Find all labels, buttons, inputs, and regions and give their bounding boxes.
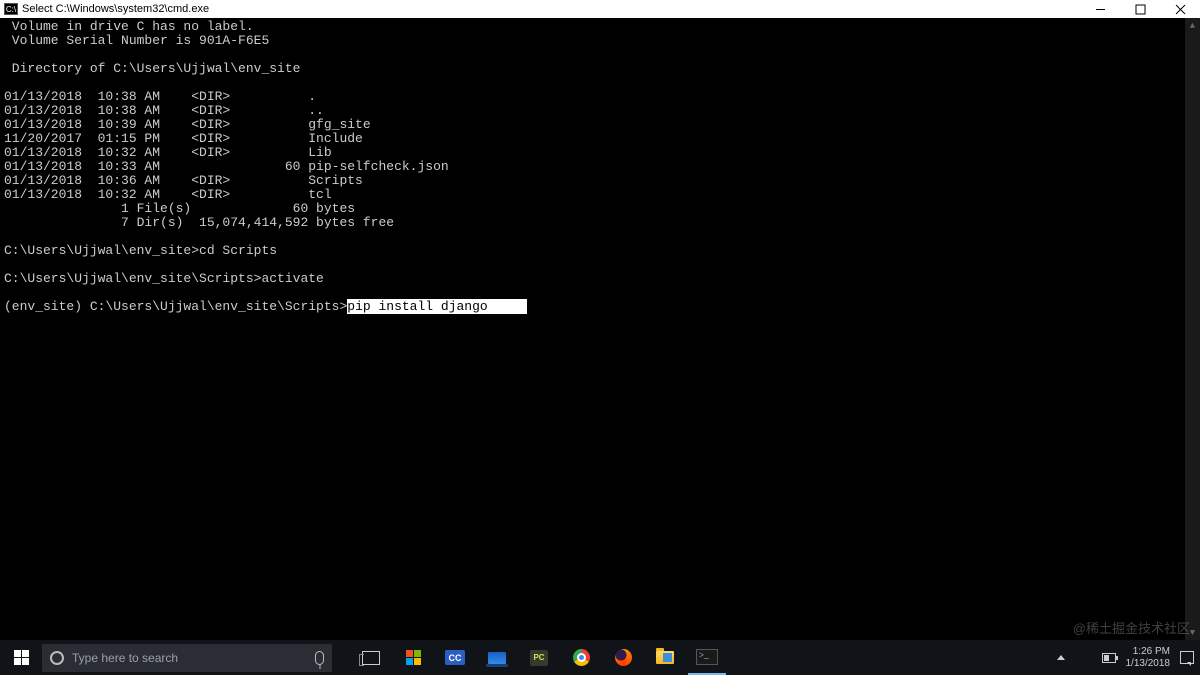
- chrome-button[interactable]: [562, 640, 600, 675]
- chrome-icon: [573, 649, 590, 666]
- typed-command: pip install django: [347, 299, 495, 314]
- window-title: Select C:\Windows\system32\cmd.exe: [22, 3, 209, 15]
- action-center-button[interactable]: [1180, 651, 1194, 665]
- battery-button[interactable]: [1102, 651, 1116, 665]
- microphone-icon[interactable]: [315, 651, 324, 665]
- dir-row: 01/13/2018 10:32 AM <DIR> tcl: [4, 187, 332, 202]
- dir-row: 01/13/2018 10:32 AM <DIR> Lib: [4, 145, 332, 160]
- cmd-icon: C:\: [4, 3, 18, 15]
- dir-summary-files: 1 File(s) 60 bytes: [4, 201, 355, 216]
- dir-row: 11/20/2017 01:15 PM <DIR> Include: [4, 131, 363, 146]
- terminal-scrollbar[interactable]: ▲ ▼: [1185, 18, 1200, 640]
- wifi-button[interactable]: [1078, 651, 1092, 665]
- scroll-down-button[interactable]: ▼: [1185, 625, 1200, 640]
- prompt-activate: C:\Users\Ujjwal\env_site\Scripts>activat…: [4, 271, 324, 286]
- folder-icon: [656, 651, 674, 664]
- dir-row: 01/13/2018 10:39 AM <DIR> gfg_site: [4, 117, 371, 132]
- laptop-icon: [488, 652, 506, 664]
- pycharm-button[interactable]: PC: [520, 640, 558, 675]
- wifi-icon: [1078, 653, 1092, 663]
- notification-icon: [1180, 651, 1194, 664]
- start-button[interactable]: [0, 640, 42, 675]
- window-titlebar: C:\ Select C:\Windows\system32\cmd.exe: [0, 0, 1200, 18]
- taskbar-search-box[interactable]: Type here to search: [42, 644, 332, 672]
- pycharm-icon: PC: [530, 650, 548, 666]
- volume-serial-line: Volume Serial Number is 901A-F6E5: [4, 33, 269, 48]
- search-icon: [50, 651, 64, 665]
- dir-summary-dirs: 7 Dir(s) 15,074,414,592 bytes free: [4, 215, 394, 230]
- clock-time: 1:26 PM: [1126, 646, 1171, 658]
- directory-of-line: Directory of C:\Users\Ujjwal\env_site: [4, 61, 300, 76]
- cmd-taskbar-icon: [696, 649, 718, 665]
- cc-icon: CC: [445, 650, 465, 665]
- command-cursor-pad: [496, 299, 527, 314]
- close-button[interactable]: [1160, 0, 1200, 18]
- dir-row: 01/13/2018 10:38 AM <DIR> ..: [4, 103, 324, 118]
- dir-row: 01/13/2018 10:38 AM <DIR> .: [4, 89, 316, 104]
- microsoft-tiles-icon: [406, 650, 421, 665]
- prompt-cd-scripts: C:\Users\Ujjwal\env_site>cd Scripts: [4, 243, 277, 258]
- cmd-taskbar-button[interactable]: [688, 640, 726, 675]
- task-view-button[interactable]: [352, 640, 390, 675]
- dir-row: 01/13/2018 10:36 AM <DIR> Scripts: [4, 173, 363, 188]
- laptop-app-button[interactable]: [478, 640, 516, 675]
- battery-icon: [1102, 653, 1116, 663]
- clock-date: 1/13/2018: [1126, 658, 1171, 670]
- firefox-button[interactable]: [604, 640, 642, 675]
- system-tray: 1:26 PM 1/13/2018: [1054, 646, 1200, 670]
- file-explorer-button[interactable]: [646, 640, 684, 675]
- tray-overflow-button[interactable]: [1054, 651, 1068, 665]
- scroll-up-button[interactable]: ▲: [1185, 18, 1200, 33]
- microsoft-store-button[interactable]: [394, 640, 432, 675]
- dir-row: 01/13/2018 10:33 AM 60 pip-selfcheck.jso…: [4, 159, 449, 174]
- maximize-button[interactable]: [1120, 0, 1160, 18]
- minimize-button[interactable]: [1080, 0, 1120, 18]
- task-view-icon: [362, 651, 380, 665]
- volume-label-line: Volume in drive C has no label.: [4, 19, 254, 34]
- chevron-up-icon: [1057, 655, 1065, 660]
- windows-taskbar: Type here to search CC PC 1:26 PM 1/13/2…: [0, 640, 1200, 675]
- clock-button[interactable]: 1:26 PM 1/13/2018: [1126, 646, 1171, 670]
- terminal-output[interactable]: Volume in drive C has no label. Volume S…: [0, 18, 1200, 640]
- windows-logo-icon: [14, 650, 29, 665]
- prompt-prefix: (env_site) C:\Users\Ujjwal\env_site\Scri…: [4, 299, 347, 314]
- search-placeholder: Type here to search: [72, 651, 178, 665]
- firefox-icon: [615, 649, 632, 666]
- cc-app-button[interactable]: CC: [436, 640, 474, 675]
